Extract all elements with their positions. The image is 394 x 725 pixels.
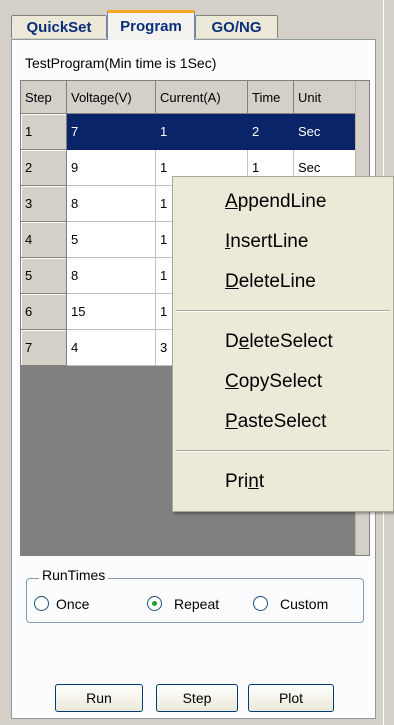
table-cell-voltage[interactable]: 4 — [67, 330, 156, 366]
table-cell-voltage[interactable]: 7 — [67, 114, 156, 150]
radio-custom[interactable] — [253, 596, 268, 611]
tab-gong[interactable]: GO/NG — [195, 15, 278, 38]
row-header[interactable]: 3 — [21, 186, 67, 222]
menu-accel-d: D — [225, 271, 239, 292]
row-header[interactable]: 5 — [21, 258, 67, 294]
menu-item-copyselect[interactable]: CopySelect — [225, 371, 322, 393]
column-header-step[interactable]: Step — [21, 81, 67, 114]
row-header[interactable]: 1 — [21, 114, 67, 150]
menu-item-deleteline[interactable]: DeleteLine — [225, 271, 316, 293]
table-cell-voltage[interactable]: 15 — [67, 294, 156, 330]
tab-quickset-label: QuickSet — [26, 18, 92, 36]
menu-accel-a: A — [225, 191, 238, 212]
menu-item-appendline[interactable]: AppendLine — [225, 191, 326, 213]
menu-item-copyselect-text: opySelect — [238, 371, 323, 392]
menu-item-appendline-text: ppendLine — [237, 191, 327, 212]
menu-accel-p: P — [225, 411, 238, 432]
tab-program-label: Program — [120, 18, 182, 35]
menu-item-print-pre: Pri — [225, 471, 249, 492]
menu-item-insertline-text: nsertLine — [230, 231, 309, 252]
menu-accel-n: n — [248, 471, 259, 492]
column-header-current[interactable]: Current(A) — [156, 81, 248, 114]
menu-item-deleteselect[interactable]: DeleteSelect — [225, 331, 333, 353]
table-cell-current[interactable]: 1 — [156, 114, 248, 150]
table-cell-unit[interactable]: Sec — [294, 114, 356, 150]
program-window: QuickSet Program GO/NG TestProgram(Min t… — [0, 0, 394, 725]
radio-once[interactable] — [34, 596, 49, 611]
row-header[interactable]: 6 — [21, 294, 67, 330]
table-cell-time[interactable]: 2 — [248, 114, 294, 150]
radio-custom-label[interactable]: Custom — [280, 596, 328, 612]
menu-separator — [176, 310, 390, 312]
menu-accel-e: e — [238, 331, 250, 352]
test-program-title: TestProgram(Min time is 1Sec) — [25, 55, 217, 71]
radio-once-label[interactable]: Once — [56, 596, 89, 612]
tab-program[interactable]: Program — [107, 10, 195, 40]
menu-item-deleteline-text: eleteLine — [238, 271, 316, 292]
tab-quickset[interactable]: QuickSet — [11, 15, 107, 38]
menu-item-print-text: t — [258, 471, 265, 492]
table-cell-voltage[interactable]: 9 — [67, 150, 156, 186]
row-header[interactable]: 7 — [21, 330, 67, 366]
table-cell-voltage[interactable]: 8 — [67, 186, 156, 222]
column-header-unit[interactable]: Unit — [294, 81, 356, 114]
column-header-voltage[interactable]: Voltage(V) — [67, 81, 156, 114]
menu-item-insertline[interactable]: InsertLine — [225, 231, 308, 253]
run-button[interactable]: Run — [55, 684, 143, 712]
menu-item-deleteselect-pre: D — [225, 331, 239, 352]
menu-item-print[interactable]: Print — [225, 471, 264, 493]
radio-repeat-label[interactable]: Repeat — [174, 596, 219, 612]
step-button[interactable]: Step — [156, 684, 238, 712]
menu-accel-c: C — [225, 371, 239, 392]
radio-selected-dot — [152, 601, 157, 606]
column-header-time[interactable]: Time — [248, 81, 294, 114]
runtimes-legend: RunTimes — [39, 567, 109, 583]
tab-gong-label: GO/NG — [211, 18, 262, 36]
menu-item-deleteselect-text: leteSelect — [249, 331, 333, 352]
table-cell-voltage[interactable]: 5 — [67, 222, 156, 258]
table-cell-voltage[interactable]: 8 — [67, 258, 156, 294]
context-menu: AppendLine InsertLine DeleteLine DeleteS… — [172, 176, 394, 512]
menu-item-pasteselect-text: asteSelect — [237, 411, 327, 432]
radio-repeat[interactable] — [147, 596, 162, 611]
row-header[interactable]: 4 — [21, 222, 67, 258]
menu-item-pasteselect[interactable]: PasteSelect — [225, 411, 326, 433]
plot-button[interactable]: Plot — [248, 684, 334, 712]
menu-separator — [176, 450, 390, 452]
row-header[interactable]: 2 — [21, 150, 67, 186]
